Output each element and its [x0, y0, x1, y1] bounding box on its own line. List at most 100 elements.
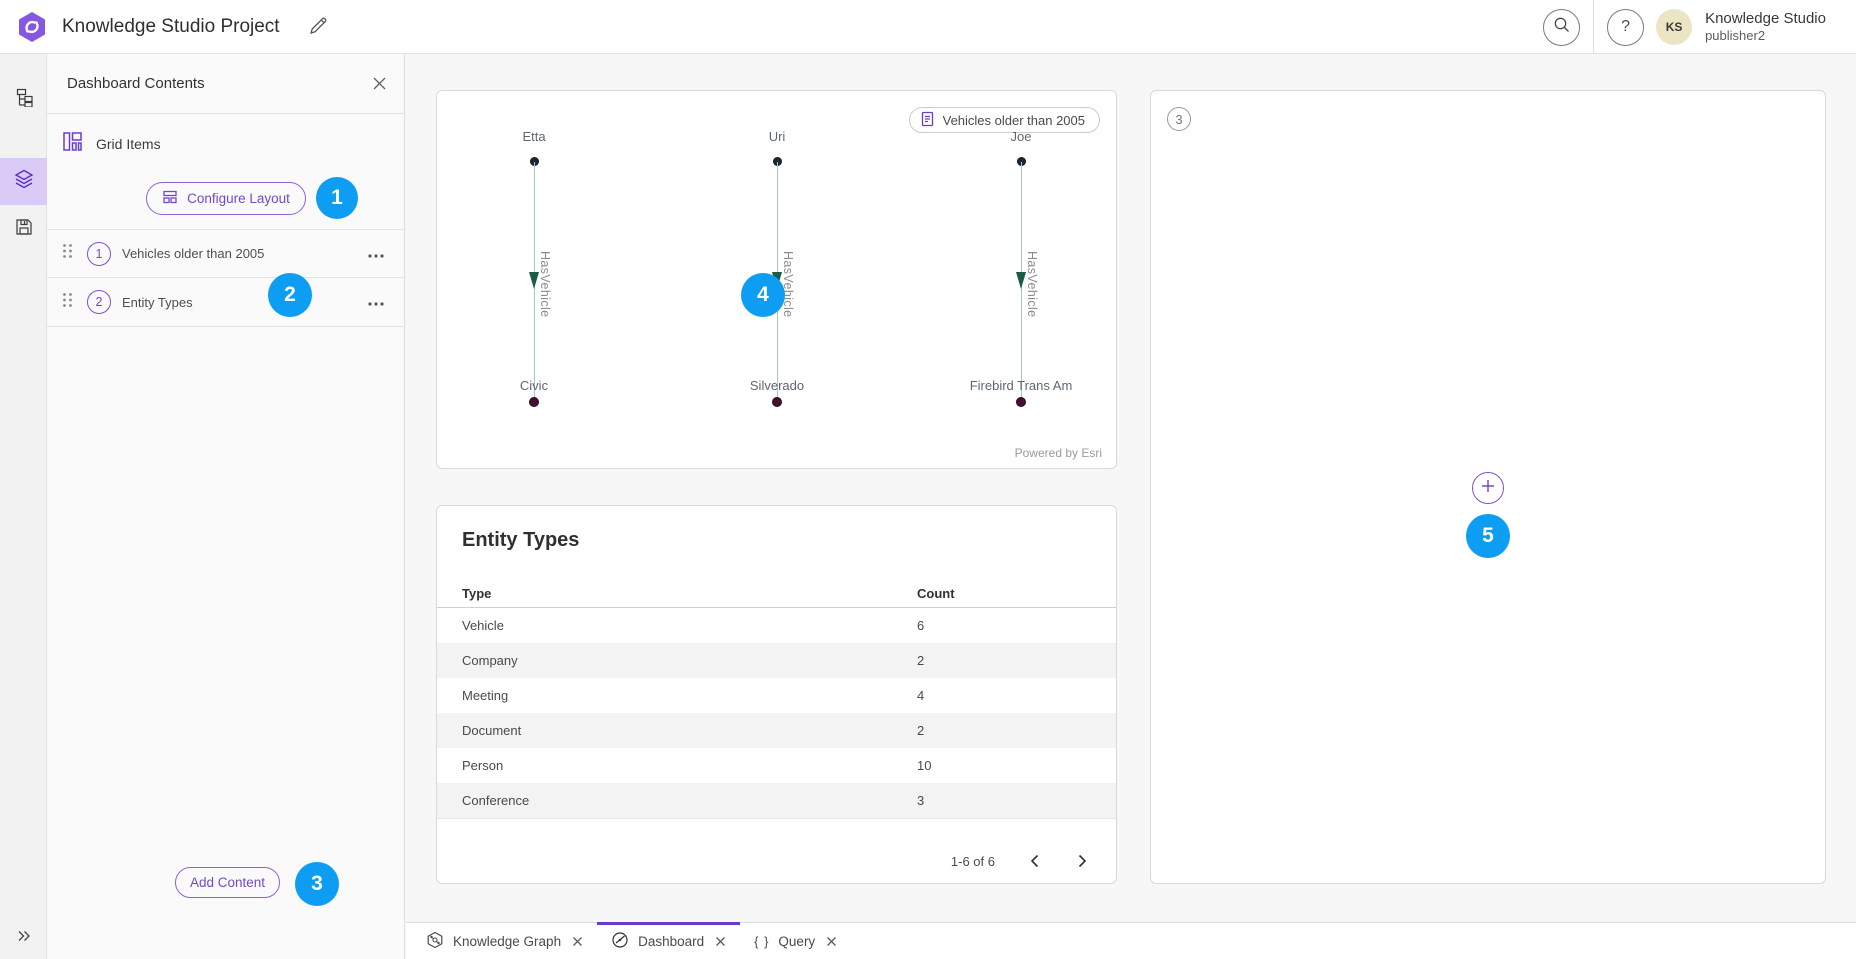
- close-tab-icon[interactable]: [826, 936, 837, 947]
- table-row[interactable]: Vehicle 6: [437, 608, 1116, 643]
- edge-label: HasVehicle: [781, 251, 795, 318]
- save-rail-button[interactable]: [0, 206, 47, 253]
- page-title: Knowledge Studio Project: [62, 0, 280, 54]
- cell-type: Vehicle: [462, 618, 917, 633]
- left-icon-rail: [0, 54, 47, 959]
- table-pagination: 1-6 of 6: [951, 852, 1091, 870]
- cell-count: 3: [917, 793, 1091, 808]
- layers-rail-button[interactable]: [0, 158, 47, 205]
- item-options-ellipsis-icon[interactable]: [364, 241, 388, 267]
- tab-dashboard[interactable]: Dashboard: [597, 923, 740, 959]
- card-title: Entity Types: [437, 506, 1116, 552]
- user-name: Knowledge Studio: [1705, 10, 1826, 29]
- tab-knowledge-graph[interactable]: Knowledge Graph: [412, 923, 597, 959]
- add-item-plus-button[interactable]: [1472, 472, 1504, 504]
- knowledge-graph-icon: [426, 931, 444, 952]
- cell-type: Company: [462, 653, 917, 668]
- grid-items-label: Grid Items: [96, 136, 161, 152]
- panel-header: Dashboard Contents: [47, 54, 404, 114]
- double-chevron-right-icon: [17, 929, 31, 947]
- next-page-button[interactable]: [1073, 852, 1091, 870]
- expand-rail-button[interactable]: [0, 923, 47, 953]
- add-content-button[interactable]: Add Content: [175, 867, 280, 898]
- item-number-badge: 1: [87, 242, 111, 266]
- knowledge-studio-logo-icon: [15, 10, 49, 44]
- vehicle-node[interactable]: [1016, 397, 1026, 407]
- slot-number-badge: 3: [1167, 107, 1191, 131]
- pagination-range: 1-6 of 6: [951, 854, 995, 869]
- column-header-type: Type: [462, 586, 917, 601]
- search-button[interactable]: [1543, 9, 1580, 46]
- knowledge-studio-app: Knowledge Studio Project ? KS Knowledge …: [0, 0, 1856, 959]
- table-row[interactable]: Document 2: [437, 713, 1116, 748]
- tab-query[interactable]: { } Query: [740, 923, 851, 959]
- entity-types-card: Entity Types Type Count Vehicle 6 Compan…: [436, 505, 1117, 884]
- table-row[interactable]: Meeting 4: [437, 678, 1116, 713]
- help-icon: ?: [1621, 18, 1630, 36]
- graph-edge-etta-civic[interactable]: Etta HasVehicle Civic: [444, 91, 624, 468]
- header-divider: [1593, 0, 1594, 54]
- grid-item-row-2[interactable]: 2 Entity Types: [47, 278, 404, 327]
- node-label: Joe: [931, 129, 1111, 144]
- layers-icon: [14, 169, 34, 194]
- grid-item-label: Entity Types: [122, 295, 364, 310]
- previous-page-button[interactable]: [1025, 852, 1043, 870]
- drag-handle-icon[interactable]: [62, 243, 73, 264]
- configure-layout-button[interactable]: Configure Layout: [146, 182, 306, 215]
- cell-type: Meeting: [462, 688, 917, 703]
- node-label: Etta: [444, 129, 624, 144]
- item-number-badge: 2: [87, 290, 111, 314]
- drag-handle-icon[interactable]: [62, 292, 73, 313]
- callout-badge-4: 4: [741, 273, 785, 317]
- table-row[interactable]: Person 10: [437, 748, 1116, 783]
- graph-edge-joe-firebird[interactable]: Joe HasVehicle Firebird Trans Am: [931, 91, 1111, 468]
- item-options-ellipsis-icon[interactable]: [364, 289, 388, 315]
- data-model-rail-button[interactable]: [0, 76, 47, 123]
- cell-count: 10: [917, 758, 1091, 773]
- user-avatar[interactable]: KS: [1656, 9, 1692, 45]
- cell-type: Document: [462, 723, 917, 738]
- callout-badge-3: 3: [295, 862, 339, 906]
- tab-label: Query: [778, 934, 815, 949]
- table-row[interactable]: Company 2: [437, 643, 1116, 678]
- user-role: publisher2: [1705, 28, 1826, 44]
- grid-item-label: Vehicles older than 2005: [122, 246, 364, 261]
- node-label: Silverado: [687, 378, 867, 393]
- grid-items-section: Grid Items: [47, 128, 404, 160]
- help-button[interactable]: ?: [1607, 9, 1644, 46]
- edit-title-pencil-icon[interactable]: [308, 16, 330, 38]
- bottom-tab-bar: Knowledge Graph Dashboard { } Query: [406, 922, 1856, 959]
- layout-grid-icon: [162, 189, 178, 208]
- node-label: Firebird Trans Am: [931, 378, 1111, 393]
- column-header-count: Count: [917, 586, 1091, 601]
- node-label: Civic: [444, 378, 624, 393]
- table-body: Vehicle 6 Company 2 Meeting 4 Document 2…: [437, 608, 1116, 819]
- edge-label: HasVehicle: [1025, 251, 1039, 318]
- panel-title: Dashboard Contents: [67, 54, 205, 114]
- vehicle-node[interactable]: [772, 397, 782, 407]
- table-row[interactable]: Conference 3: [437, 783, 1116, 818]
- callout-badge-2: 2: [268, 273, 312, 317]
- app-header: Knowledge Studio Project ? KS Knowledge …: [0, 0, 1856, 54]
- close-tab-icon[interactable]: [715, 936, 726, 947]
- close-tab-icon[interactable]: [572, 936, 583, 947]
- grid-item-row-1[interactable]: 1 Vehicles older than 2005: [47, 229, 404, 278]
- braces-icon: { }: [754, 934, 769, 949]
- node-label: Uri: [687, 129, 867, 144]
- empty-grid-slot-card: 3: [1150, 90, 1826, 884]
- cell-count: 2: [917, 723, 1091, 738]
- edge-arrow-icon: [1016, 272, 1026, 289]
- tab-label: Knowledge Graph: [453, 934, 561, 949]
- configure-layout-label: Configure Layout: [187, 191, 290, 206]
- header-actions: ? KS Knowledge Studio publisher2: [1543, 0, 1826, 54]
- cell-type: Person: [462, 758, 917, 773]
- table-header: Type Count: [437, 580, 1116, 608]
- vehicle-node[interactable]: [529, 397, 539, 407]
- grid-layout-icon: [62, 131, 83, 157]
- close-panel-icon[interactable]: [372, 76, 388, 92]
- cell-count: 4: [917, 688, 1091, 703]
- cell-count: 6: [917, 618, 1091, 633]
- search-icon: [1553, 16, 1571, 39]
- user-info[interactable]: Knowledge Studio publisher2: [1705, 10, 1826, 45]
- edge-arrow-icon: [529, 272, 539, 289]
